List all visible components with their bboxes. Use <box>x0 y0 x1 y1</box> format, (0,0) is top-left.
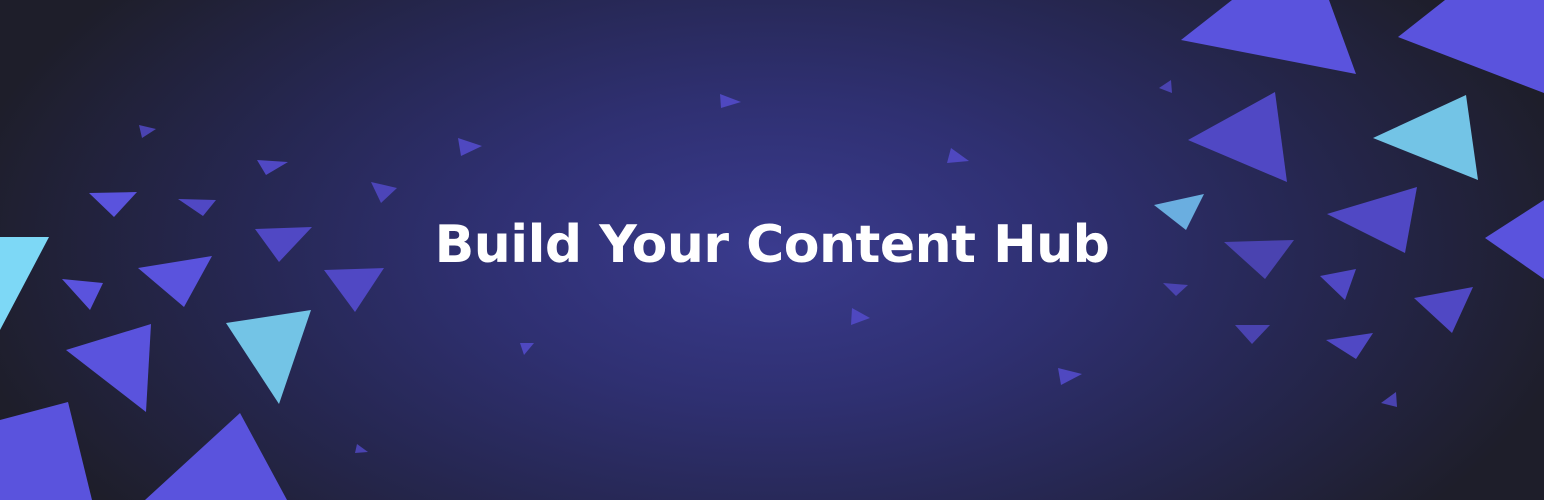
triangle-shape <box>0 402 92 500</box>
triangle-shape <box>851 308 870 325</box>
triangle-shape <box>66 324 151 412</box>
triangle-shape <box>947 148 969 163</box>
triangle-shape <box>1235 325 1270 344</box>
triangle-shape <box>1381 392 1397 407</box>
triangle-shape <box>226 310 311 404</box>
headline: Build Your Content Hub <box>434 215 1110 275</box>
hero-banner: Build Your Content Hub <box>0 0 1544 500</box>
triangle-shape <box>1414 287 1473 333</box>
triangle-shape <box>1058 368 1082 385</box>
triangle-shape <box>720 94 741 108</box>
triangle-shape <box>1373 95 1478 180</box>
triangle-shape <box>355 444 368 453</box>
triangle-shape <box>145 413 287 500</box>
triangle-shape <box>1188 92 1287 182</box>
triangle-shape <box>371 182 397 203</box>
triangle-shape <box>520 343 534 355</box>
triangle-shape <box>1398 0 1544 93</box>
triangle-shape <box>257 160 288 175</box>
triangle-shape <box>458 138 482 156</box>
triangle-shape <box>1181 0 1356 74</box>
triangle-shape <box>1159 80 1172 93</box>
triangle-shape <box>139 125 156 138</box>
triangle-shape <box>1326 333 1373 359</box>
